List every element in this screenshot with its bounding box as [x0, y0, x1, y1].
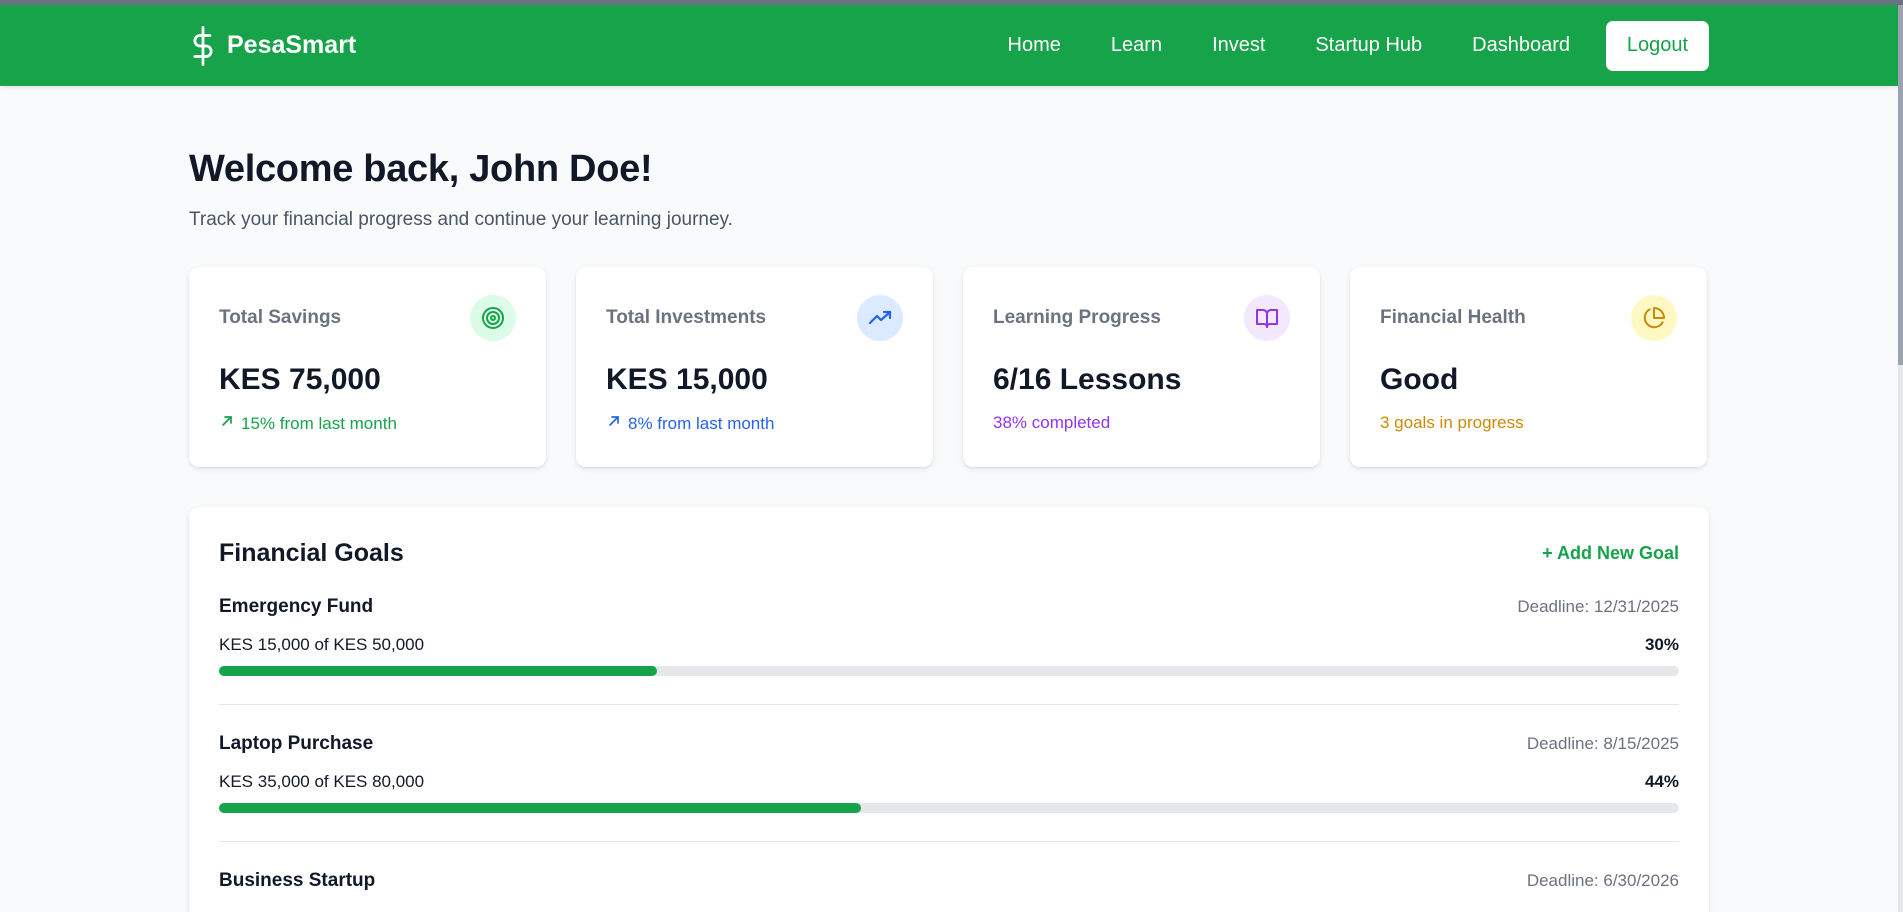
- financial-goals-panel: Financial Goals + Add New Goal Emergency…: [189, 507, 1709, 912]
- arrow-up-right-icon: [606, 413, 622, 434]
- arrow-up-right-icon: [219, 413, 235, 434]
- trending-up-icon: [857, 295, 903, 341]
- goal-item: Emergency Fund Deadline: 12/31/2025 KES …: [219, 568, 1679, 705]
- stat-card-note: 3 goals in progress: [1380, 413, 1677, 433]
- goal-percent: 44%: [1644, 772, 1679, 791]
- dashboard-main: Welcome back, John Doe! Track your finan…: [189, 86, 1709, 912]
- stat-card-financial-health: Financial Health Good 3 goals in progres…: [1350, 267, 1707, 467]
- pie-chart-icon: [1631, 295, 1677, 341]
- stat-card-note-text: 38% completed: [993, 413, 1111, 432]
- goal-amount: KES 15,000 of KES 50,000: [219, 635, 425, 654]
- scrollbar-thumb[interactable]: [1898, 5, 1903, 365]
- stat-card-value: KES 15,000: [606, 363, 768, 396]
- brand-name: PesaSmart: [227, 31, 357, 59]
- nav-link-learn[interactable]: Learn: [1111, 34, 1162, 57]
- logout-button[interactable]: Logout: [1606, 20, 1709, 71]
- stat-card-note: 15% from last month: [219, 413, 516, 434]
- stat-card-total-investments: Total Investments KES 15,000 8% from las…: [576, 267, 933, 467]
- stat-card-value: 6/16 Lessons: [993, 363, 1182, 396]
- goal-name: Business Startup: [219, 870, 376, 891]
- nav-link-home[interactable]: Home: [1008, 34, 1061, 57]
- goal-name: Laptop Purchase: [219, 733, 374, 754]
- goal-progress-bar: [219, 803, 1679, 813]
- stat-card-note: 8% from last month: [606, 413, 903, 434]
- stat-card-label: Financial Health: [1380, 307, 1526, 328]
- stat-card-label: Total Savings: [219, 307, 342, 328]
- navbar-inner: PesaSmart Home Learn Invest Startup Hub …: [189, 5, 1709, 86]
- goals-title: Financial Goals: [219, 539, 404, 567]
- goal-deadline: Deadline: 12/31/2025: [1517, 597, 1679, 616]
- dollar-sign-icon: [189, 25, 217, 67]
- stat-card-note-text: 8% from last month: [628, 413, 775, 433]
- page-subtitle: Track your financial progress and contin…: [189, 209, 733, 230]
- add-new-goal-button[interactable]: + Add New Goal: [1542, 543, 1679, 564]
- goal-item: Business Startup Deadline: 6/30/2026: [219, 842, 1679, 912]
- stat-card-note-text: 3 goals in progress: [1380, 413, 1524, 432]
- stat-card-value: Good: [1380, 363, 1459, 396]
- brand-logo[interactable]: PesaSmart: [189, 25, 356, 67]
- page-scrollbar[interactable]: [1898, 5, 1903, 912]
- nav-links: Home Learn Invest Startup Hub Dashboard …: [958, 20, 1709, 71]
- goal-percent: 30%: [1644, 635, 1679, 654]
- goal-item: Laptop Purchase Deadline: 8/15/2025 KES …: [219, 705, 1679, 842]
- page-title: Welcome back, John Doe!: [189, 148, 653, 190]
- goal-name: Emergency Fund: [219, 596, 374, 617]
- stats-cards: Total Savings KES 75,000 15% from last m…: [189, 267, 1709, 467]
- stat-card-note: 38% completed: [993, 413, 1290, 433]
- stat-card-total-savings: Total Savings KES 75,000 15% from last m…: [189, 267, 546, 467]
- goal-progress-bar: [219, 666, 1679, 676]
- stat-card-label: Total Investments: [606, 307, 767, 328]
- target-icon: [470, 295, 516, 341]
- goal-progress-fill: [219, 666, 657, 676]
- goal-deadline: Deadline: 6/30/2026: [1526, 871, 1679, 890]
- book-open-icon: [1244, 295, 1290, 341]
- nav-link-startup-hub[interactable]: Startup Hub: [1315, 34, 1422, 57]
- stat-card-note-text: 15% from last month: [241, 413, 397, 433]
- goal-amount: KES 35,000 of KES 80,000: [219, 772, 425, 791]
- nav-link-invest[interactable]: Invest: [1212, 34, 1265, 57]
- top-navbar: PesaSmart Home Learn Invest Startup Hub …: [0, 5, 1898, 86]
- stat-card-value: KES 75,000: [219, 363, 381, 396]
- goal-deadline: Deadline: 8/15/2025: [1526, 734, 1679, 753]
- nav-link-dashboard[interactable]: Dashboard: [1472, 34, 1570, 57]
- stat-card-learning-progress: Learning Progress 6/16 Lessons 38% compl…: [963, 267, 1320, 467]
- goal-progress-fill: [219, 803, 862, 813]
- stat-card-label: Learning Progress: [993, 307, 1161, 328]
